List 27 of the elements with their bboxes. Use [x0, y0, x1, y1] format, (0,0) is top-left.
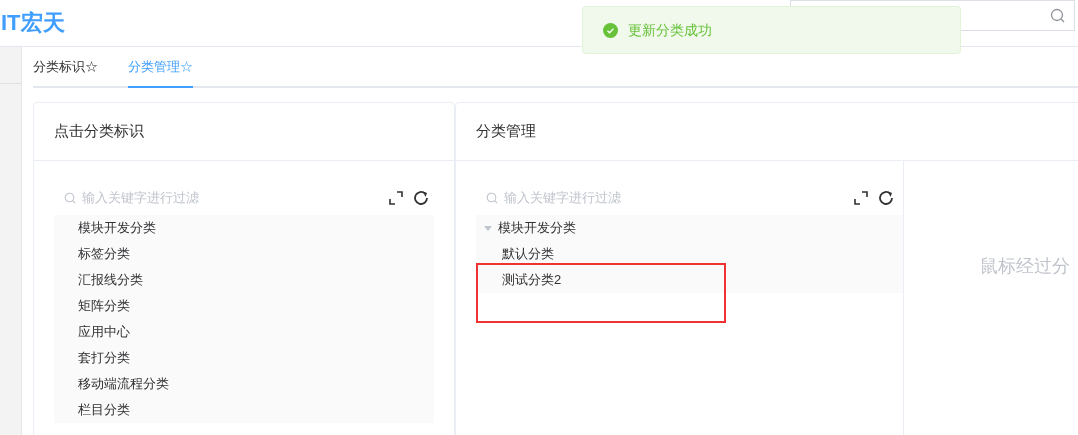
hint-text: 鼠标经过分	[980, 254, 1070, 278]
tree-item[interactable]: 测试分类2	[502, 270, 562, 290]
refresh-icon[interactable]	[877, 189, 895, 207]
tree-item[interactable]: 移动端流程分类	[54, 371, 434, 397]
filter-field[interactable]: 输入关键字进行过滤	[504, 188, 854, 208]
check-icon	[603, 22, 618, 38]
filter-field[interactable]: 输入关键字进行过滤	[82, 188, 389, 208]
refresh-icon[interactable]	[412, 189, 430, 207]
expand-icon[interactable]	[389, 191, 403, 205]
tree-item[interactable]: 应用中心	[54, 319, 434, 345]
logo: IT宏天	[1, 12, 65, 34]
tree-item[interactable]: 模块开发分类	[498, 218, 576, 238]
tree-item[interactable]: 模块开发分类	[54, 215, 434, 241]
toast-message: 更新分类成功	[628, 20, 712, 40]
panel-title: 分类管理	[456, 103, 1078, 161]
tree-item[interactable]: 套打分类	[54, 345, 434, 371]
search-icon	[1050, 7, 1066, 24]
expand-icon[interactable]	[854, 191, 868, 205]
tree-item[interactable]: 标签分类	[54, 241, 434, 267]
search-icon	[486, 192, 498, 204]
tab[interactable]: 分类标识☆	[33, 56, 98, 86]
panel-title: 点击分类标识	[34, 103, 454, 161]
tree-item[interactable]: 矩阵分类	[54, 293, 434, 319]
search-icon	[64, 192, 76, 204]
tree-item[interactable]: 栏目分类	[54, 397, 434, 423]
tree-item[interactable]: 汇报线分类	[54, 267, 434, 293]
tree-item[interactable]: 默认分类	[502, 244, 554, 264]
